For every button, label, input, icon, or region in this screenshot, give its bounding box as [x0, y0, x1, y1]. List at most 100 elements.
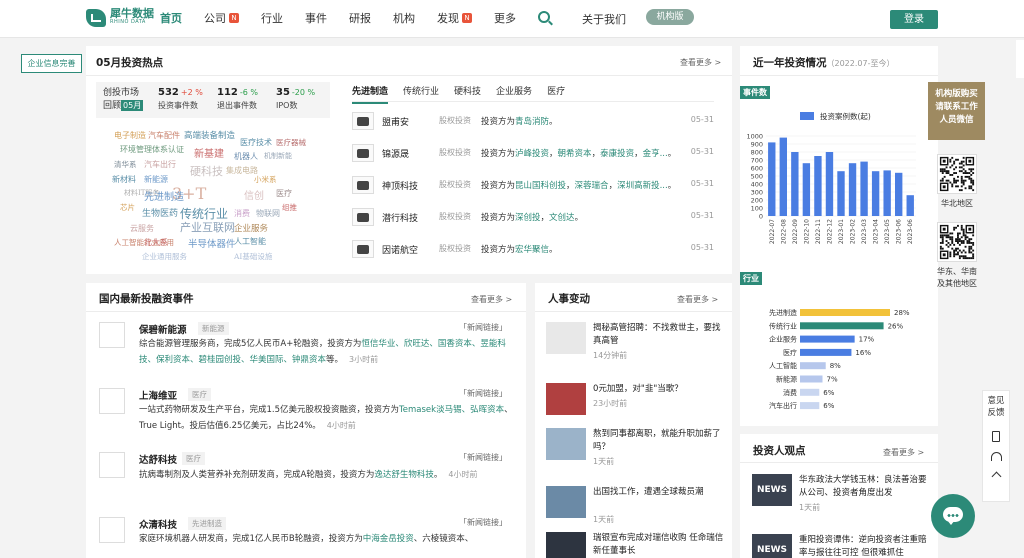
- industry-bar[interactable]: [800, 362, 826, 370]
- company-info-button[interactable]: 企业信息完善: [21, 54, 82, 73]
- cloud-word[interactable]: 医疗技术: [240, 139, 272, 147]
- cloud-word[interactable]: 产业互联网: [180, 222, 235, 233]
- investor-link[interactable]: 深创投: [515, 213, 541, 223]
- cloud-word[interactable]: 环境管理体系认证: [120, 146, 184, 154]
- bar[interactable]: [791, 152, 799, 216]
- view-title[interactable]: 华东政法大学钱玉林：良法善治要从公司、投资者角度出发: [799, 474, 934, 500]
- bar[interactable]: [779, 137, 787, 216]
- cloud-word[interactable]: 机器人: [234, 153, 258, 161]
- cloud-word[interactable]: 芯片: [120, 204, 135, 212]
- side-collapse[interactable]: [1016, 40, 1024, 78]
- news-link[interactable]: 「新闻链接」: [459, 322, 507, 333]
- bar[interactable]: [883, 170, 891, 216]
- bar[interactable]: [906, 195, 914, 216]
- bar[interactable]: [768, 142, 776, 216]
- cloud-word[interactable]: 人工智能: [234, 238, 266, 246]
- news-link[interactable]: 「新闻链接」: [459, 388, 507, 399]
- cloud-word[interactable]: 云服务: [130, 225, 154, 233]
- cloud-word[interactable]: 医疗器械: [276, 139, 306, 147]
- cloud-word[interactable]: 医疗: [276, 190, 292, 198]
- cloud-word[interactable]: 新材料: [112, 176, 136, 184]
- investor-views-more[interactable]: 查看更多 >: [883, 447, 924, 458]
- investor-link[interactable]: 朝希资本: [558, 149, 592, 159]
- cloud-word[interactable]: 新基建: [194, 150, 224, 160]
- feedback-button[interactable]: 意见反馈: [983, 395, 1009, 419]
- people-more-link[interactable]: 查看更多 >: [677, 294, 718, 305]
- news-link[interactable]: 「新闻链接」: [459, 517, 507, 528]
- people-title[interactable]: 熬到同事都离职，就能升职加薪了吗？: [593, 428, 726, 454]
- nav-item-2[interactable]: 行业: [261, 10, 283, 26]
- investor-links[interactable]: Temasek淡马锡、弘晖资本: [399, 405, 504, 415]
- industry-bar[interactable]: [800, 335, 855, 343]
- deal-company[interactable]: 盟甫安: [382, 115, 409, 128]
- headset-icon[interactable]: [990, 452, 1002, 461]
- deal-company[interactable]: 神顶科技: [382, 179, 418, 192]
- industry-bar[interactable]: [800, 402, 820, 410]
- cloud-word[interactable]: 物联网: [256, 210, 280, 218]
- bar[interactable]: [871, 171, 880, 216]
- cloud-word[interactable]: AI基础设施: [234, 253, 272, 261]
- cloud-word[interactable]: 小米系: [254, 176, 277, 184]
- news-link[interactable]: 「新闻链接」: [459, 452, 507, 463]
- deal-row[interactable]: 锦源晟 股权投资 投资方为泸峰投资，朝希资本，泰康投资，金亨...。 05-31: [352, 142, 714, 164]
- cloud-word[interactable]: 企业通用服务: [142, 253, 187, 261]
- org-version-button[interactable]: 机构版: [646, 9, 694, 25]
- cloud-word[interactable]: 集成电路: [226, 167, 258, 175]
- cloud-word[interactable]: 传统行业: [180, 208, 228, 220]
- nav-item-5[interactable]: 机构: [393, 10, 415, 26]
- deal-row[interactable]: 盟甫安 股权投资 投资方为青岛消防。 05-31: [352, 110, 714, 132]
- cloud-word[interactable]: 汽车出行: [144, 161, 176, 169]
- deal-row[interactable]: 神顶科技 股权投资 投资方为昆山国科创投，深蓉瑞合，深圳高新投...。 05-31: [352, 174, 714, 196]
- cloud-word[interactable]: 新能源: [144, 176, 168, 184]
- bar[interactable]: [814, 156, 822, 216]
- nav-item-3[interactable]: 事件: [305, 10, 327, 26]
- nav-item-1[interactable]: 公司 N: [204, 10, 239, 26]
- people-title[interactable]: 0元加盟，对"韭"当歌？: [593, 383, 726, 396]
- org-purchase-ad[interactable]: 机构版购买 请联系工作 人员微信: [928, 82, 985, 140]
- cloud-word[interactable]: 机制新能: [264, 153, 292, 160]
- people-title[interactable]: 揭秘高管招聘：不找救世主，要找真高管: [593, 322, 726, 348]
- investor-link[interactable]: 泸峰投资: [515, 149, 549, 159]
- investor-link[interactable]: 泰康投资: [600, 149, 634, 159]
- cloud-word[interactable]: 电子制造: [114, 132, 146, 140]
- news-company[interactable]: 上海维亚: [139, 388, 177, 402]
- bar[interactable]: [860, 161, 868, 216]
- news-more-link[interactable]: 查看更多 >: [471, 294, 512, 305]
- hot-more-link[interactable]: 查看更多 >: [680, 57, 721, 68]
- bar[interactable]: [802, 163, 811, 216]
- investor-link[interactable]: 深蓉瑞合: [575, 181, 609, 191]
- people-title[interactable]: 出国找工作，遭遇全球裁员潮: [593, 486, 726, 499]
- industry-bar[interactable]: [800, 375, 823, 383]
- news-company[interactable]: 众清科技: [139, 517, 177, 531]
- cloud-word[interactable]: 北大系: [144, 239, 168, 247]
- cloud-word[interactable]: 半导体器件: [188, 240, 236, 250]
- mobile-icon[interactable]: [992, 431, 1000, 442]
- investor-links[interactable]: 逸达舒生物科技: [374, 470, 434, 480]
- news-company[interactable]: 保碧新能源: [139, 322, 187, 336]
- bar[interactable]: [895, 172, 903, 216]
- news-company[interactable]: 达舒科技: [139, 452, 177, 466]
- nav-item-0[interactable]: 首页: [160, 10, 182, 26]
- investor-links[interactable]: 中海金岳投资: [363, 534, 414, 544]
- cloud-word[interactable]: 清华系: [114, 161, 137, 169]
- deal-company[interactable]: 锦源晟: [382, 147, 409, 160]
- investor-link[interactable]: 青岛消防: [515, 117, 549, 127]
- cloud-word[interactable]: 先进制造: [144, 193, 184, 203]
- nav-item-4[interactable]: 研报: [349, 10, 371, 26]
- industry-bar[interactable]: [800, 348, 852, 356]
- login-button[interactable]: 登录: [890, 10, 938, 29]
- bar[interactable]: [837, 171, 845, 216]
- search-icon[interactable]: [538, 11, 550, 23]
- about-link[interactable]: 关于我们: [582, 11, 626, 27]
- deal-company[interactable]: 潜行科技: [382, 211, 418, 224]
- cloud-word[interactable]: 汽车配件: [148, 132, 180, 140]
- view-title[interactable]: 重阳投资谭伟：逆向投资者注重赔率与报往往可控 但很难抓住: [799, 534, 934, 558]
- people-title[interactable]: 瑞银宣布完成对瑞信收购 任命瑞信新任董事长: [593, 532, 726, 558]
- industry-bar[interactable]: [800, 322, 884, 330]
- industry-bar[interactable]: [800, 309, 890, 316]
- nav-item-7[interactable]: 更多: [494, 10, 516, 26]
- deal-row[interactable]: 潜行科技 股权投资 投资方为深创投，文创达。 05-31: [352, 206, 714, 228]
- deal-row[interactable]: 因诺航空 股权投资 投资方为宏华聚信。 05-31: [352, 238, 714, 260]
- logo[interactable]: 犀牛数据 RHINO DATA: [86, 8, 154, 27]
- back-to-top-icon[interactable]: [991, 471, 1001, 482]
